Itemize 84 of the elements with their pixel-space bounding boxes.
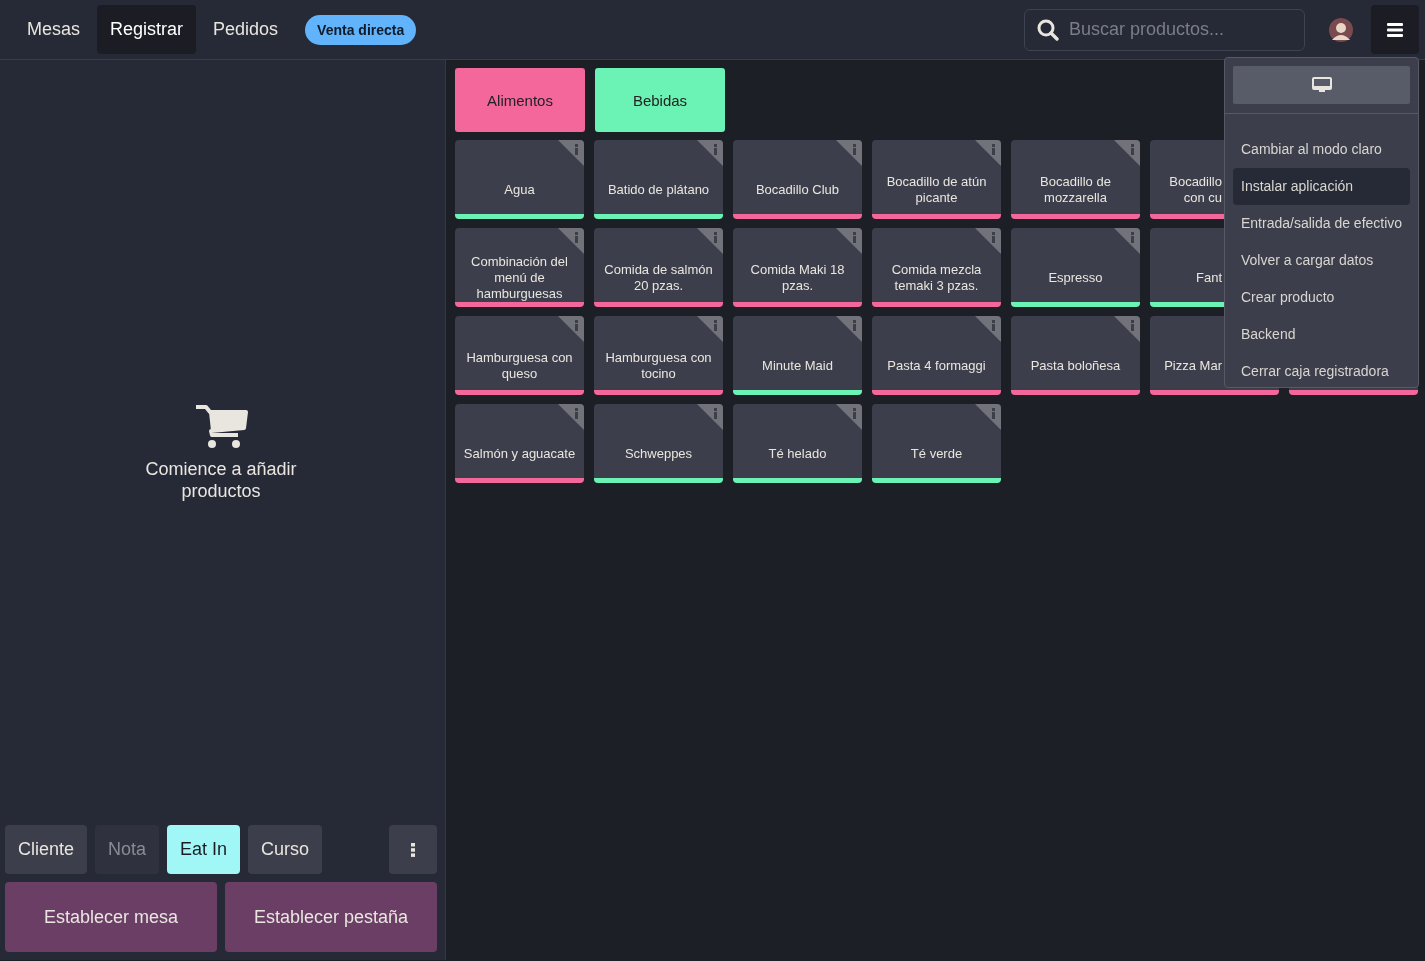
product-tile[interactable]: Té helado (733, 404, 862, 483)
shopping-cart-icon (194, 403, 248, 450)
action-button[interactable]: Establecer pestaña (225, 882, 437, 952)
product-tile[interactable]: Salmón y aguacate (455, 404, 584, 483)
product-tile[interactable]: Bocadillo Club (733, 140, 862, 219)
product-tile[interactable]: Bocadillo de atún picante (872, 140, 1001, 219)
info-icon[interactable] (558, 140, 584, 166)
empty-cart-message: Comience a añadir productos (144, 457, 298, 502)
product-name: Té verde (910, 446, 963, 462)
category-button[interactable]: Alimentos (455, 68, 585, 132)
nav-tab[interactable]: Mesas (14, 5, 93, 54)
product-tile[interactable]: Pasta boloñesa (1011, 316, 1140, 395)
info-icon[interactable] (975, 404, 1001, 430)
product-tile[interactable]: Bocadillo de mozzarella (1011, 140, 1140, 219)
display-button[interactable] (1233, 66, 1410, 104)
product-tile[interactable]: Minute Maid (733, 316, 862, 395)
search-bar[interactable]: Buscar productos... (1024, 8, 1305, 51)
product-tile[interactable]: Comida de salmón 20 pzas. (594, 228, 723, 307)
nav-tab[interactable]: Pedidos (200, 5, 292, 54)
monitor-icon (1311, 77, 1332, 93)
info-icon[interactable] (697, 228, 723, 254)
product-name: Comida de salmón 20 pzas. (603, 262, 714, 294)
info-icon[interactable] (836, 140, 862, 166)
info-icon[interactable] (975, 228, 1001, 254)
mode-badge: Venta directa (305, 14, 417, 45)
info-icon[interactable] (558, 404, 584, 430)
menu-icon (1387, 22, 1403, 37)
product-tile[interactable]: Comida mezcla temaki 3 pzas. (872, 228, 1001, 307)
product-name: Minute Maid (762, 358, 833, 374)
info-icon[interactable] (558, 316, 584, 342)
product-name: Agua (504, 182, 535, 198)
info-icon[interactable] (697, 404, 723, 430)
vertical-dots-icon (411, 842, 415, 857)
product-tile[interactable]: Schweppes (594, 404, 723, 483)
info-icon[interactable] (1114, 140, 1140, 166)
info-icon[interactable] (975, 140, 1001, 166)
product-tile[interactable]: Hamburguesa con tocino (594, 316, 723, 395)
product-name: Hamburguesa con tocino (604, 350, 713, 382)
menu-button[interactable] (1371, 5, 1419, 54)
product-name: Comida Maki 18 pzas. (749, 262, 846, 294)
order-action-button[interactable]: Curso (248, 825, 323, 874)
product-name: Pasta 4 formaggi (887, 358, 986, 374)
info-icon[interactable] (836, 404, 862, 430)
menu-item[interactable]: Instalar aplicación (1233, 168, 1410, 205)
product-name: Schweppes (624, 446, 693, 462)
info-icon[interactable] (697, 316, 723, 342)
info-icon[interactable] (1114, 316, 1140, 342)
product-tile[interactable]: Espresso (1011, 228, 1140, 307)
product-tile[interactable]: Pasta 4 formaggi (872, 316, 1001, 395)
product-name: Pizza Mar (1163, 358, 1222, 374)
info-icon[interactable] (558, 228, 584, 254)
product-name: Fant (1195, 270, 1222, 286)
product-name: Pasta boloñesa (1030, 358, 1121, 374)
product-tile[interactable]: Comida Maki 18 pzas. (733, 228, 862, 307)
order-action-button[interactable]: Cliente (5, 825, 88, 874)
category-button[interactable]: Bebidas (595, 68, 725, 132)
info-icon[interactable] (836, 228, 862, 254)
product-tile[interactable]: Batido de plátano (594, 140, 723, 219)
product-name: Espresso (1048, 270, 1103, 286)
info-icon[interactable] (697, 140, 723, 166)
product-name: Combinación del menú de hamburguesas (470, 254, 569, 302)
order-action-button[interactable]: Eat In (167, 825, 241, 874)
product-name: Bocadillo de atún picante (885, 174, 988, 206)
search-icon (1037, 18, 1059, 41)
search-input[interactable]: Buscar productos... (1067, 18, 1291, 41)
product-name: Batido de plátano (607, 182, 710, 198)
product-name: Comida mezcla temaki 3 pzas. (890, 262, 983, 294)
more-options-button[interactable] (389, 825, 437, 874)
product-tile[interactable]: Agua (455, 140, 584, 219)
info-icon[interactable] (1114, 228, 1140, 254)
product-tile[interactable]: Hamburguesa con queso (455, 316, 584, 395)
product-tile[interactable]: Combinación del menú de hamburguesas (455, 228, 584, 307)
product-name: Bocadillo de mozzarella (1039, 174, 1112, 206)
nav-tab[interactable]: Registrar (97, 5, 197, 54)
product-tile[interactable]: Té verde (872, 404, 1001, 483)
avatar-icon[interactable] (1329, 17, 1353, 42)
product-name: Bocadillo Club (755, 182, 840, 198)
product-name: Bocadillo con cu (1168, 174, 1222, 206)
product-name: Salmón y aguacate (463, 446, 576, 462)
info-icon[interactable] (975, 316, 1001, 342)
action-button[interactable]: Establecer mesa (5, 882, 217, 952)
info-icon[interactable] (836, 316, 862, 342)
product-name: Hamburguesa con queso (465, 350, 574, 382)
product-name: Té helado (768, 446, 827, 462)
